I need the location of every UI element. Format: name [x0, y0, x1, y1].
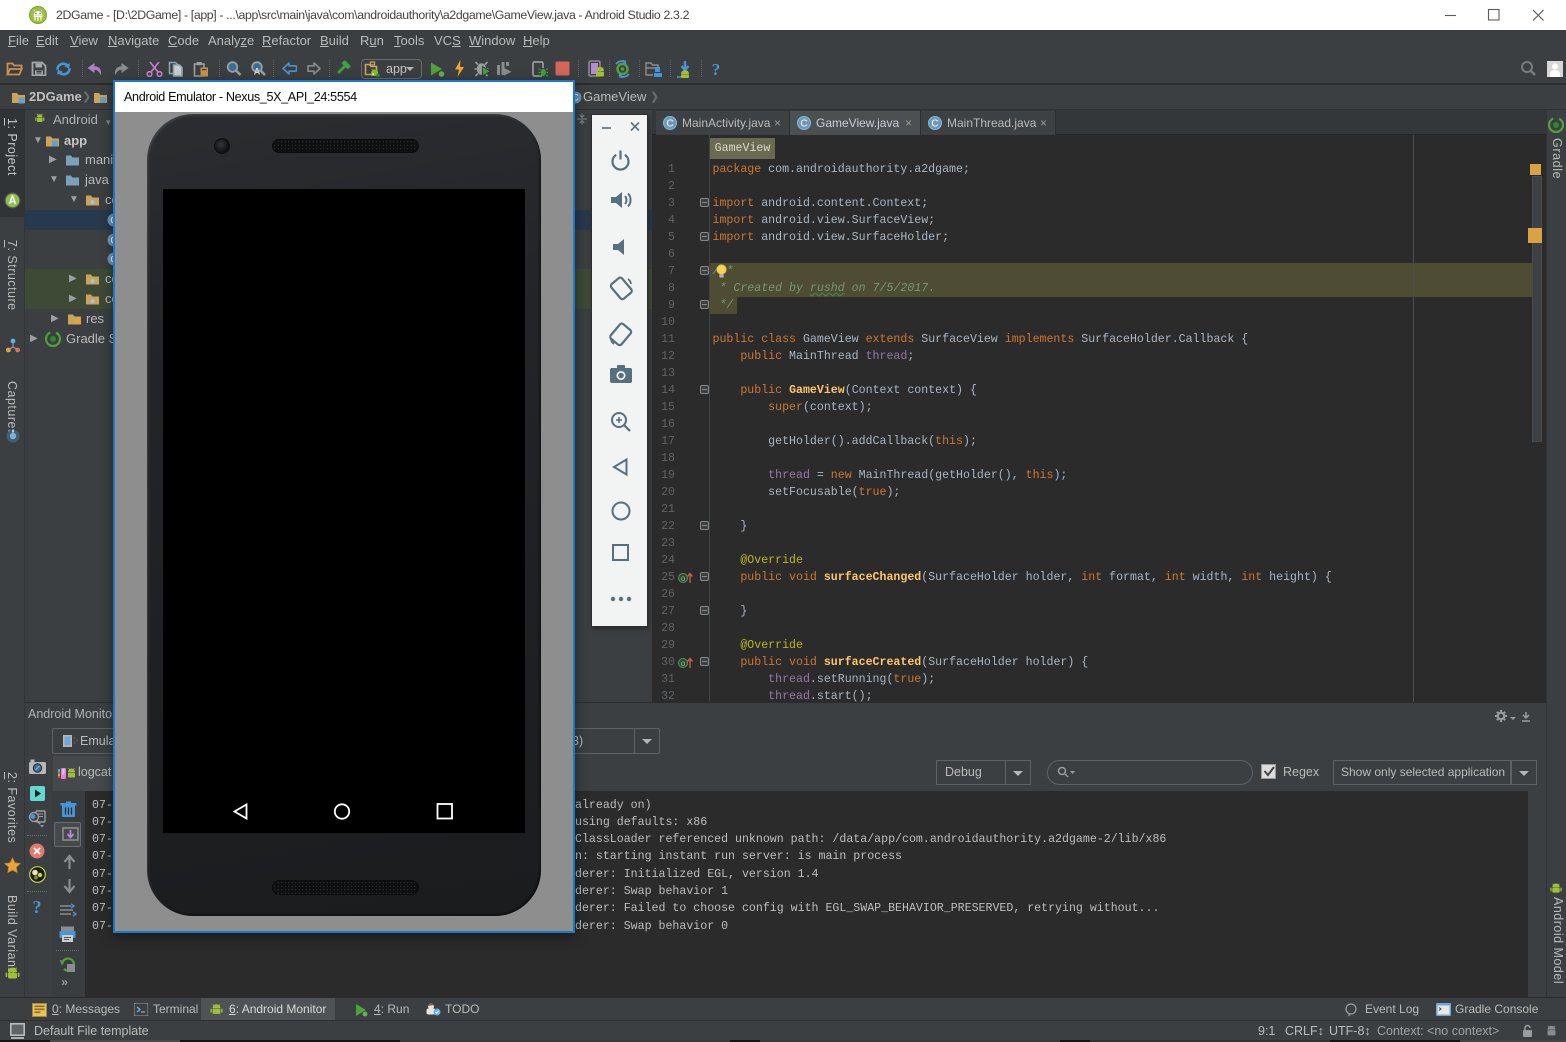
svg-text:A: A — [254, 66, 261, 76]
svg-text:o: o — [681, 574, 686, 583]
svg-text:o: o — [681, 659, 686, 668]
svg-text:C: C — [666, 119, 673, 130]
svg-text:?: ? — [712, 60, 721, 78]
svg-text:C: C — [800, 119, 807, 130]
svg-text:C: C — [931, 119, 938, 130]
svg-text:?: ? — [33, 897, 42, 916]
